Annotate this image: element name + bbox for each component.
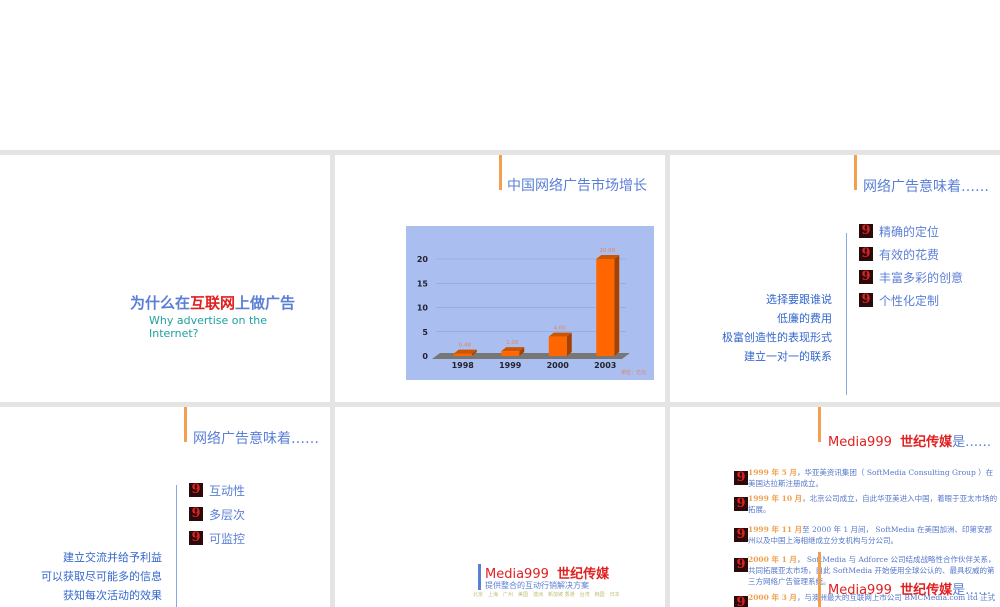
benefit-item: 选择要跟谁说 bbox=[766, 293, 832, 306]
x-tick-label: 2000 bbox=[547, 361, 570, 370]
x-tick-label: 1998 bbox=[452, 361, 475, 370]
media999-logo-icon: 9 bbox=[859, 247, 873, 261]
feature-item: 个性化定制 bbox=[879, 294, 940, 308]
media999-logo-icon: 9 bbox=[859, 224, 873, 238]
history-item: 1999 年 11 月至 2000 年 1 月间， SoftMedia 在美国加… bbox=[748, 525, 993, 545]
media999-logo-icon: 9 bbox=[859, 270, 873, 284]
feature-item: 多层次 bbox=[209, 508, 246, 522]
y-tick-label: 5 bbox=[422, 328, 428, 337]
unit-note: 单位：亿元 bbox=[621, 369, 646, 376]
bar-side bbox=[614, 255, 620, 356]
media999-logo-icon: 9 bbox=[734, 528, 748, 542]
history-item: 1999 年 10 月，北京公司成立，自此华亚美进入中国，着眼于亚太市场的拓展。 bbox=[748, 494, 998, 514]
accent-bar bbox=[854, 155, 857, 190]
slide-5-thumbnail[interactable]: Media999 世纪传媒 提供整合的互动行销解决方案 北京 上海 广州 美国 … bbox=[335, 407, 665, 607]
y-tick-label: 10 bbox=[417, 304, 429, 313]
slide-title: 中国网络广告市场增长 bbox=[507, 178, 647, 194]
bar bbox=[596, 259, 615, 356]
data-label: 1.00 bbox=[506, 340, 519, 346]
media999-logo-icon: 9 bbox=[189, 531, 203, 545]
benefit-item: 低廉的费用 bbox=[777, 312, 832, 325]
feature-item: 可监控 bbox=[209, 532, 246, 546]
accent-bar bbox=[478, 564, 481, 590]
feature-item: 精确的定位 bbox=[879, 225, 940, 239]
accent-bar bbox=[818, 407, 821, 442]
benefit-item: 极富创造性的表现形式 bbox=[722, 331, 832, 344]
blank-top-area bbox=[0, 0, 1000, 150]
accent-bar bbox=[499, 155, 502, 190]
bar bbox=[548, 336, 567, 356]
slide-title: Media999 世纪传媒是…… bbox=[828, 435, 992, 450]
x-tick-label: 1999 bbox=[499, 361, 522, 370]
media999-logo-icon: 9 bbox=[859, 293, 873, 307]
media999-logo-icon: 9 bbox=[734, 471, 748, 485]
overlay-accent-bar bbox=[818, 552, 821, 607]
media999-logo-icon: 9 bbox=[734, 497, 748, 511]
slide-title: 网络广告意味着…… bbox=[863, 179, 989, 195]
overlay-title: Media999 世纪传媒是…… bbox=[828, 583, 992, 598]
tagline: 提供整合的互动行销解决方案 bbox=[485, 581, 589, 590]
slide-subtitle: Why advertise on the Internet? bbox=[149, 314, 267, 340]
data-label: 20.00 bbox=[599, 248, 615, 254]
media999-logo-icon: 9 bbox=[189, 507, 203, 521]
media999-logo-icon: 9 bbox=[734, 558, 748, 572]
slide-title: 为什么在互联网上做广告 bbox=[130, 294, 296, 312]
feature-item: 有效的花费 bbox=[879, 248, 940, 262]
slide-6-thumbnail[interactable]: Media999 世纪传媒是…… 9 1999 年 5 月，华亚美资讯集团（ So… bbox=[670, 407, 1000, 607]
history-item: 1999 年 5 月，华亚美资讯集团（ SoftMedia Consulting… bbox=[748, 468, 994, 488]
divider bbox=[846, 233, 847, 395]
feature-item: 互动性 bbox=[209, 484, 246, 498]
benefit-item: 获知每次活动的效果 bbox=[63, 589, 162, 602]
market-growth-chart: 0 5 10 15 20 0.48 1998 1.00 1999 4.00 2000 20.00 200… bbox=[406, 226, 654, 380]
slide-2-thumbnail[interactable]: 中国网络广告市场增长 0 5 10 15 20 0.48 1998 1.00 1999 4.00 2… bbox=[335, 155, 665, 402]
bar-side bbox=[566, 332, 572, 356]
city-list: 北京 上海 广州 美国 澳洲 新加坡 香港 台湾 韩国 日本 bbox=[473, 592, 620, 598]
benefit-item: 建立交流并给予利益 bbox=[63, 551, 162, 564]
slide-title: 网络广告意味着…… bbox=[193, 431, 319, 447]
benefit-item: 可以获取尽可能多的信息 bbox=[41, 570, 162, 583]
data-label: 4.00 bbox=[554, 326, 567, 332]
bar bbox=[501, 351, 520, 356]
benefit-item: 建立一对一的联系 bbox=[744, 350, 832, 363]
slide-3-thumbnail[interactable]: 网络广告意味着…… 9 精确的定位 9 有效的花费 9 丰富多彩的创意 9 个性化定制 选择要跟… bbox=[670, 155, 1000, 402]
slide-1-thumbnail[interactable]: 为什么在互联网上做广告 Why advertise on the Interne… bbox=[0, 155, 330, 402]
bar bbox=[453, 353, 472, 356]
y-tick-label: 15 bbox=[417, 279, 429, 288]
media999-logo-icon: 9 bbox=[734, 596, 748, 607]
divider bbox=[176, 485, 177, 607]
accent-bar bbox=[184, 407, 187, 442]
media999-logo-icon: 9 bbox=[189, 483, 203, 497]
slide-4-thumbnail[interactable]: 网络广告意味着…… 9 互动性 9 多层次 9 可监控建立交流并给予利益可以获取尽可能多的… bbox=[0, 407, 330, 607]
y-tick-label: 20 bbox=[417, 255, 429, 264]
data-label: 0.48 bbox=[459, 343, 472, 349]
feature-item: 丰富多彩的创意 bbox=[879, 271, 964, 285]
x-tick-label: 2003 bbox=[594, 361, 616, 370]
y-tick-label: 0 bbox=[422, 352, 428, 361]
